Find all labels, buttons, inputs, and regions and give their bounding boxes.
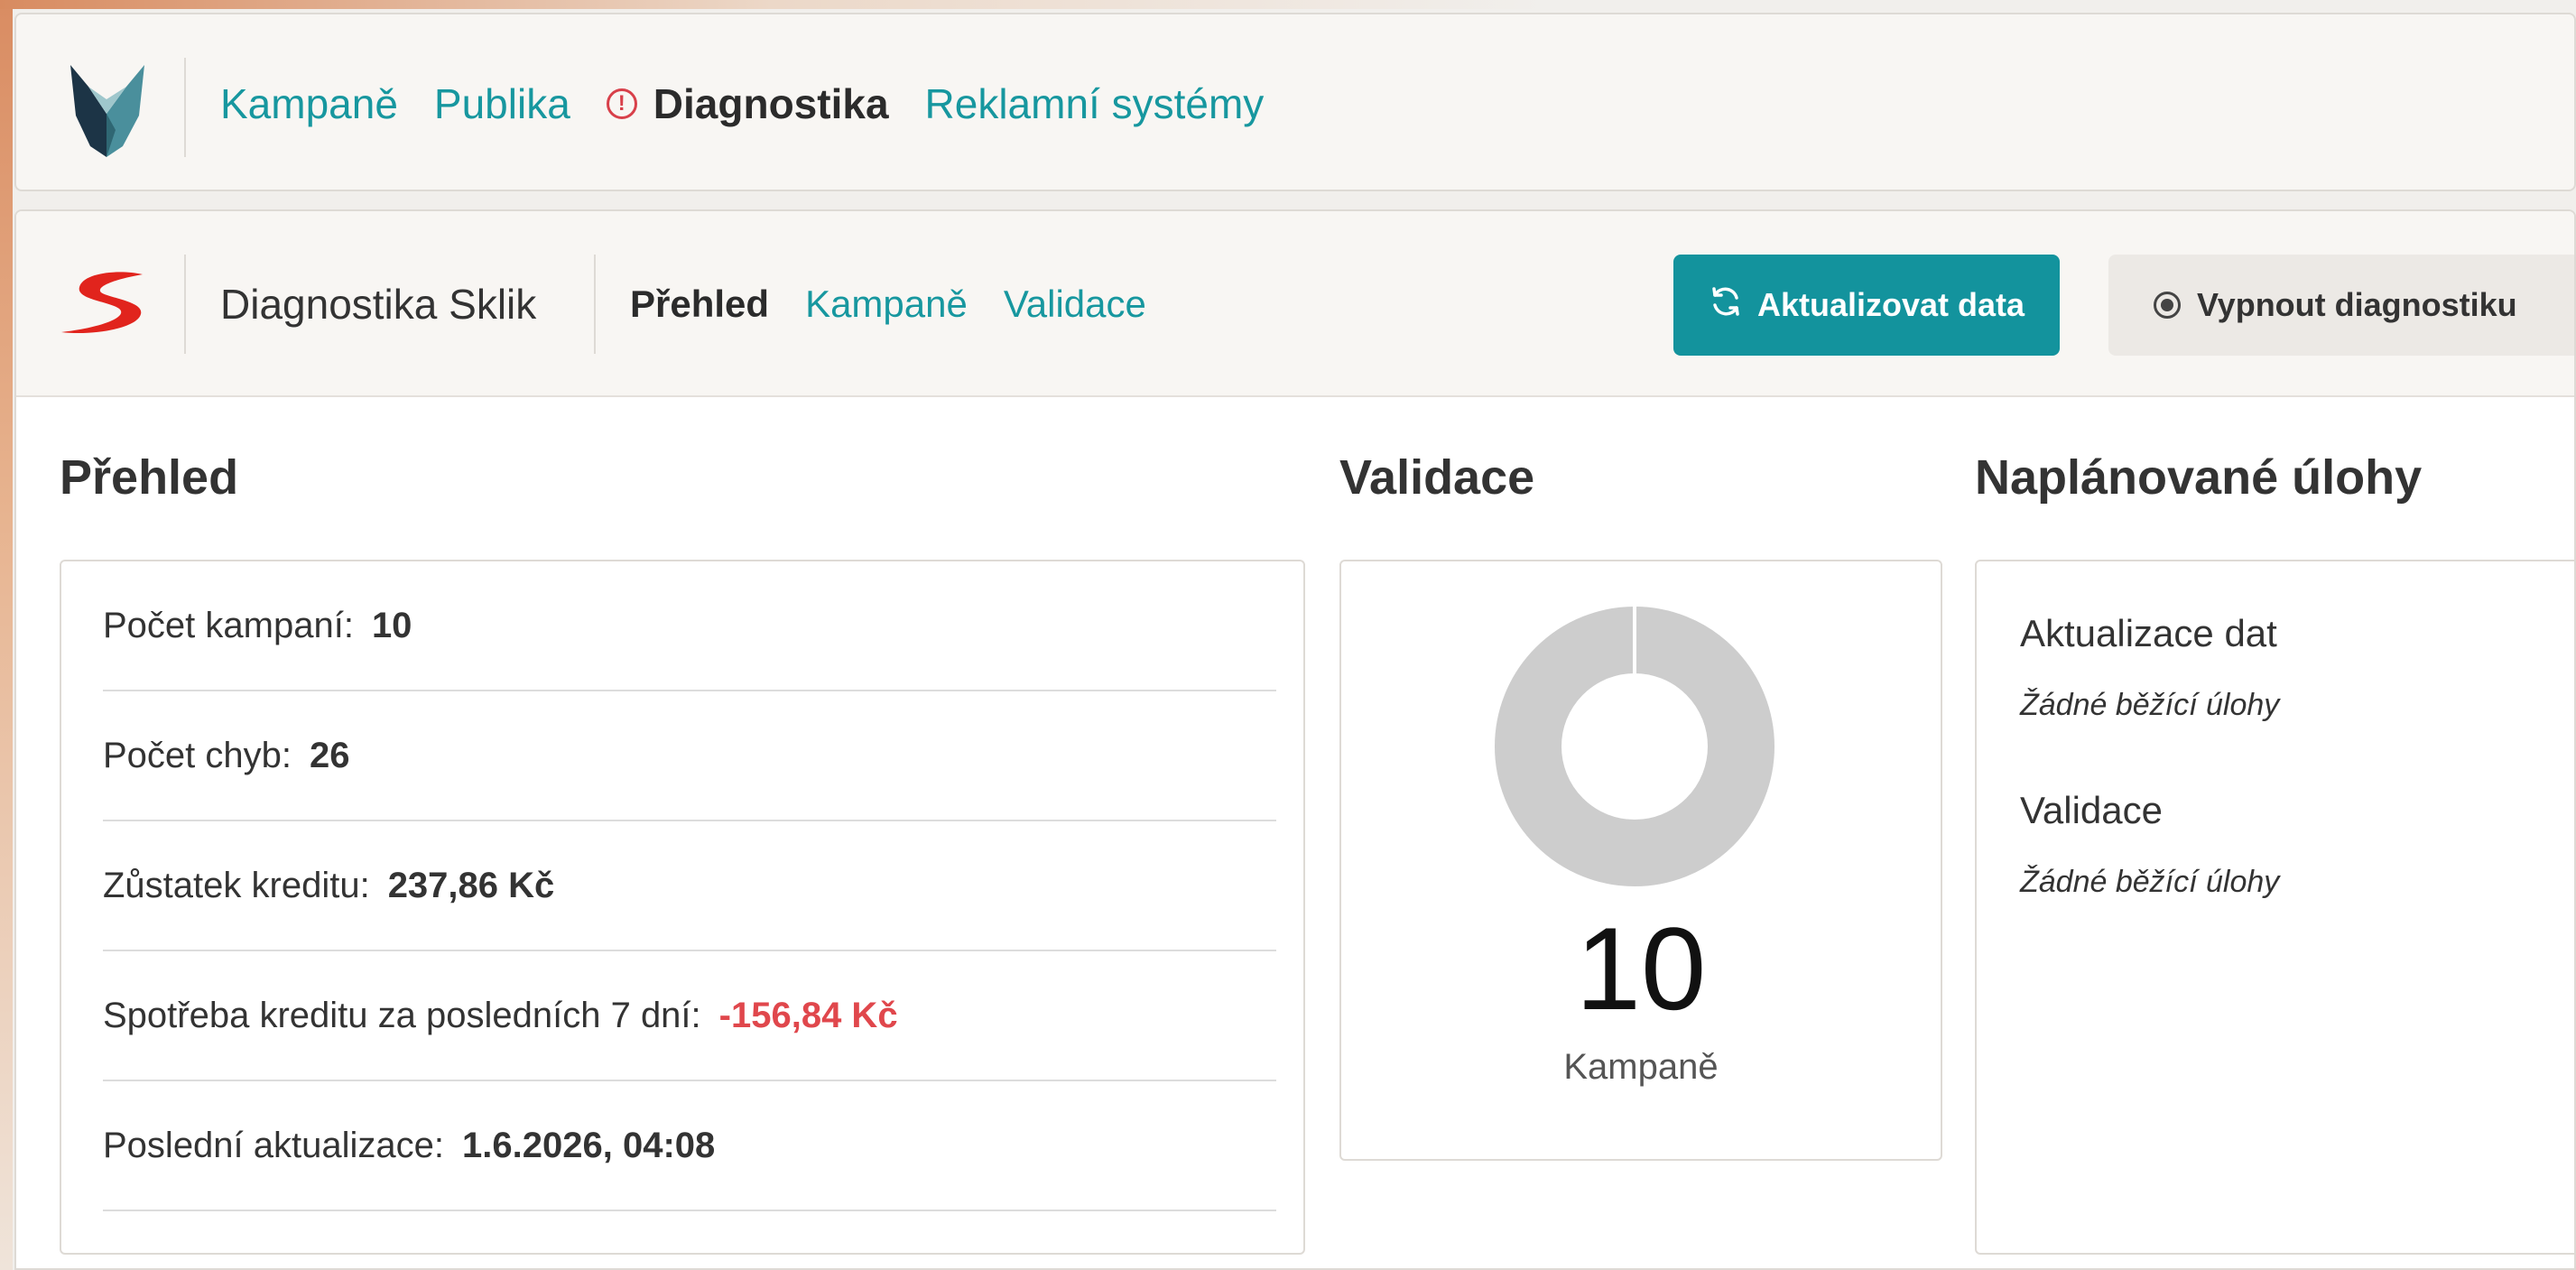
- sklik-divider: [184, 255, 186, 354]
- stat-value: 1.6.2026, 04:08: [462, 1125, 716, 1165]
- main-nav: Kampaně Publika ! Diagnostika Reklamní s…: [220, 14, 1264, 193]
- nav-reklamni-systemy[interactable]: Reklamní systémy: [925, 79, 1265, 128]
- tab-kampane[interactable]: Kampaně: [805, 283, 968, 326]
- validation-donut-chart: [1495, 607, 1774, 886]
- radio-icon: [2154, 292, 2181, 319]
- diagnostics-header: Diagnostika Sklik Přehled Kampaně Valida…: [16, 211, 2574, 397]
- overview-title: Přehled: [60, 450, 239, 505]
- top-navigation: Kampaně Publika ! Diagnostika Reklamní s…: [14, 13, 2576, 191]
- stat-row: Poslední aktualizace: 1.6.2026, 04:08: [103, 1081, 1276, 1211]
- stat-value: 26: [310, 735, 350, 775]
- stat-label: Počet kampaní:: [103, 605, 354, 645]
- validation-count-label: Kampaně: [1563, 1047, 1719, 1087]
- tasks-card: Aktualizace dat Žádné běžící úlohy Valid…: [1975, 560, 2574, 1255]
- window-edge: [0, 0, 13, 1270]
- tab-validace[interactable]: Validace: [1004, 283, 1146, 326]
- task-status: Žádné běžící úlohy: [2020, 865, 2280, 899]
- refresh-icon: [1709, 284, 1743, 327]
- logo-divider: [184, 58, 186, 157]
- task-title: Validace: [2020, 789, 2163, 831]
- task-status: Žádné běžící úlohy: [2020, 688, 2280, 722]
- diagnostics-panel: Diagnostika Sklik Přehled Kampaně Valida…: [14, 209, 2576, 1270]
- refresh-data-label: Aktualizovat data: [1756, 286, 2025, 323]
- overview-card: Počet kampaní: 10 Počet chyb: 26 Zůstate…: [60, 560, 1305, 1255]
- nav-diagnostika[interactable]: ! Diagnostika: [606, 79, 889, 128]
- disable-diagnostics-button[interactable]: Vypnout diagnostiku: [2108, 255, 2574, 356]
- tab-prehled[interactable]: Přehled: [630, 283, 769, 326]
- stat-value: 10: [371, 605, 412, 645]
- diagnostics-title: Diagnostika Sklik: [220, 281, 537, 328]
- fox-logo[interactable]: [63, 60, 152, 159]
- nav-diagnostika-label: Diagnostika: [653, 80, 889, 127]
- stat-label: Zůstatek kreditu:: [103, 865, 370, 905]
- stat-row: Počet kampaní: 10: [103, 561, 1276, 691]
- stat-label: Počet chyb:: [103, 735, 292, 775]
- validation-count: 10: [1575, 903, 1707, 1034]
- sklik-logo: [56, 269, 162, 341]
- refresh-data-button[interactable]: Aktualizovat data: [1673, 255, 2060, 356]
- stat-label: Poslední aktualizace:: [103, 1125, 445, 1165]
- disable-diagnostics-label: Vypnout diagnostiku: [2197, 286, 2517, 323]
- task-title: Aktualizace dat: [2020, 612, 2277, 654]
- stat-row: Spotřeba kreditu za posledních 7 dní: -1…: [103, 951, 1276, 1081]
- alert-circle-icon: !: [606, 88, 637, 119]
- validation-card: 10 Kampaně: [1339, 560, 1942, 1161]
- stat-row: Počet chyb: 26: [103, 691, 1276, 821]
- tasks-title: Naplánované úlohy: [1975, 450, 2423, 505]
- stat-label: Spotřeba kreditu za posledních 7 dní:: [103, 995, 701, 1035]
- stat-value-negative: -156,84 Kč: [718, 995, 898, 1035]
- diagnostics-tabs: Přehled Kampaně Validace: [630, 211, 1146, 397]
- stat-row: Zůstatek kreditu: 237,86 Kč: [103, 821, 1276, 951]
- title-divider: [594, 255, 596, 354]
- validation-title: Validace: [1339, 450, 1535, 505]
- window-top-edge: [0, 0, 2576, 9]
- stat-value: 237,86 Kč: [387, 865, 555, 905]
- nav-kampane[interactable]: Kampaně: [220, 79, 398, 128]
- nav-publika[interactable]: Publika: [434, 79, 570, 128]
